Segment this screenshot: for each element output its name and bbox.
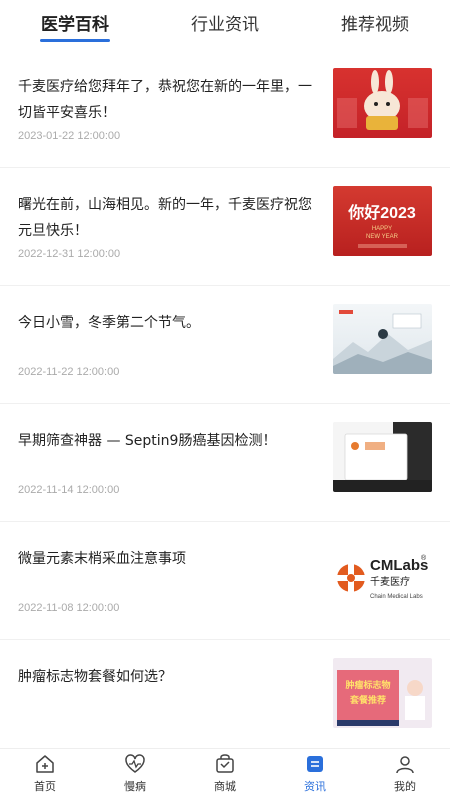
article-item[interactable]: 曙光在前，山海相见。新的一年，千麦医疗祝您元旦快乐！ 2022-12-31 12…: [0, 168, 450, 286]
tabbar-label: 商城: [214, 780, 236, 793]
tabbar-label: 慢病: [124, 780, 146, 793]
article-date: 2023-01-22 12:00:00: [18, 130, 121, 142]
article-title: 肿瘤标志物套餐如何选？: [18, 669, 172, 685]
article-item[interactable]: 早期筛查神器 — Septin9肠癌基因检测！ 2022-11-14 12:00…: [0, 404, 450, 522]
thumb-main-text: 你好2023: [347, 203, 416, 222]
new-year-rabbit-image: [333, 68, 432, 138]
article-date: 2022-12-31 12:00:00: [18, 248, 121, 260]
article-title: 千麦医疗给您拜年了，恭祝您在新的一年里，一切皆平安喜乐！: [18, 79, 312, 121]
chronic-disease-icon: [125, 754, 145, 773]
cmlabs-logo-image: CMLabs ® 千麦医疗 Chain Medical Labs: [333, 540, 432, 610]
thumb-brand-text: CMLabs: [370, 557, 428, 574]
article-list[interactable]: 千麦医疗给您拜年了，恭祝您在新的一年里，一切皆平安喜乐！ 2023-01-22 …: [0, 50, 450, 748]
article-date: 2022-11-08 12:00:00: [18, 602, 120, 614]
article-item[interactable]: 千麦医疗给您拜年了，恭祝您在新的一年里，一切皆平安喜乐！ 2023-01-22 …: [0, 50, 450, 168]
tabbar-item-news[interactable]: 资讯: [270, 753, 360, 799]
shop-bag-icon: [216, 754, 234, 773]
article-item[interactable]: 肿瘤标志物套餐如何选？ 肿瘤标志物 套餐推荐: [0, 640, 450, 748]
tumor-marker-image: 肿瘤标志物 套餐推荐: [333, 658, 432, 728]
active-tab-indicator: [40, 39, 110, 42]
article-title: 曙光在前，山海相见。新的一年，千麦医疗祝您元旦快乐！: [18, 197, 312, 239]
thumb-cn-text: 千麦医疗: [370, 575, 410, 588]
tabbar-label: 资讯: [304, 780, 326, 793]
tab-industry-news[interactable]: 行业资讯: [175, 10, 275, 36]
thumb-sub-text: NEW YEAR: [366, 234, 399, 240]
tabbar-item-home[interactable]: 首页: [0, 753, 90, 799]
top-tabs: 医学百科 行业资讯 推荐视频: [0, 0, 450, 48]
bottom-tab-bar: 首页 慢病 商城 资讯 我的: [0, 748, 450, 800]
article-item[interactable]: 微量元素末梢采血注意事项 2022-11-08 12:00:00 CMLabs …: [0, 522, 450, 640]
tabbar-item-profile[interactable]: 我的: [360, 753, 450, 799]
article-title: 微量元素末梢采血注意事项: [18, 551, 186, 567]
septin9-kit-image: [333, 422, 432, 492]
news-icon: [307, 756, 323, 772]
tab-medical-encyclopedia[interactable]: 医学百科: [25, 10, 125, 36]
thumb-reg-text: ®: [421, 554, 427, 562]
article-title: 早期筛查神器 — Septin9肠癌基因检测！: [18, 433, 277, 449]
article-date: 2022-11-14 12:00:00: [18, 484, 120, 496]
hello-2023-image: 你好2023 HAPPY NEW YEAR: [333, 186, 432, 256]
profile-icon: [396, 756, 414, 774]
article-item[interactable]: 今日小雪，冬季第二个节气。 2022-11-22 12:00:00: [0, 286, 450, 404]
tabbar-label: 首页: [34, 780, 56, 793]
light-snow-image: [333, 304, 432, 374]
article-date: 2022-11-22 12:00:00: [18, 366, 120, 378]
thumb-en-text: Chain Medical Labs: [370, 594, 423, 600]
tab-recommended-videos[interactable]: 推荐视频: [325, 10, 425, 36]
thumb-text-line: 肿瘤标志物: [345, 679, 390, 691]
tabbar-item-chronic[interactable]: 慢病: [90, 753, 180, 799]
thumb-text-line: 套餐推荐: [350, 694, 386, 706]
thumb-sub-text: HAPPY: [372, 226, 392, 232]
tabbar-item-shop[interactable]: 商城: [180, 753, 270, 799]
home-icon: [36, 755, 54, 773]
tabbar-label: 我的: [394, 780, 416, 793]
article-title: 今日小雪，冬季第二个节气。: [18, 315, 200, 331]
